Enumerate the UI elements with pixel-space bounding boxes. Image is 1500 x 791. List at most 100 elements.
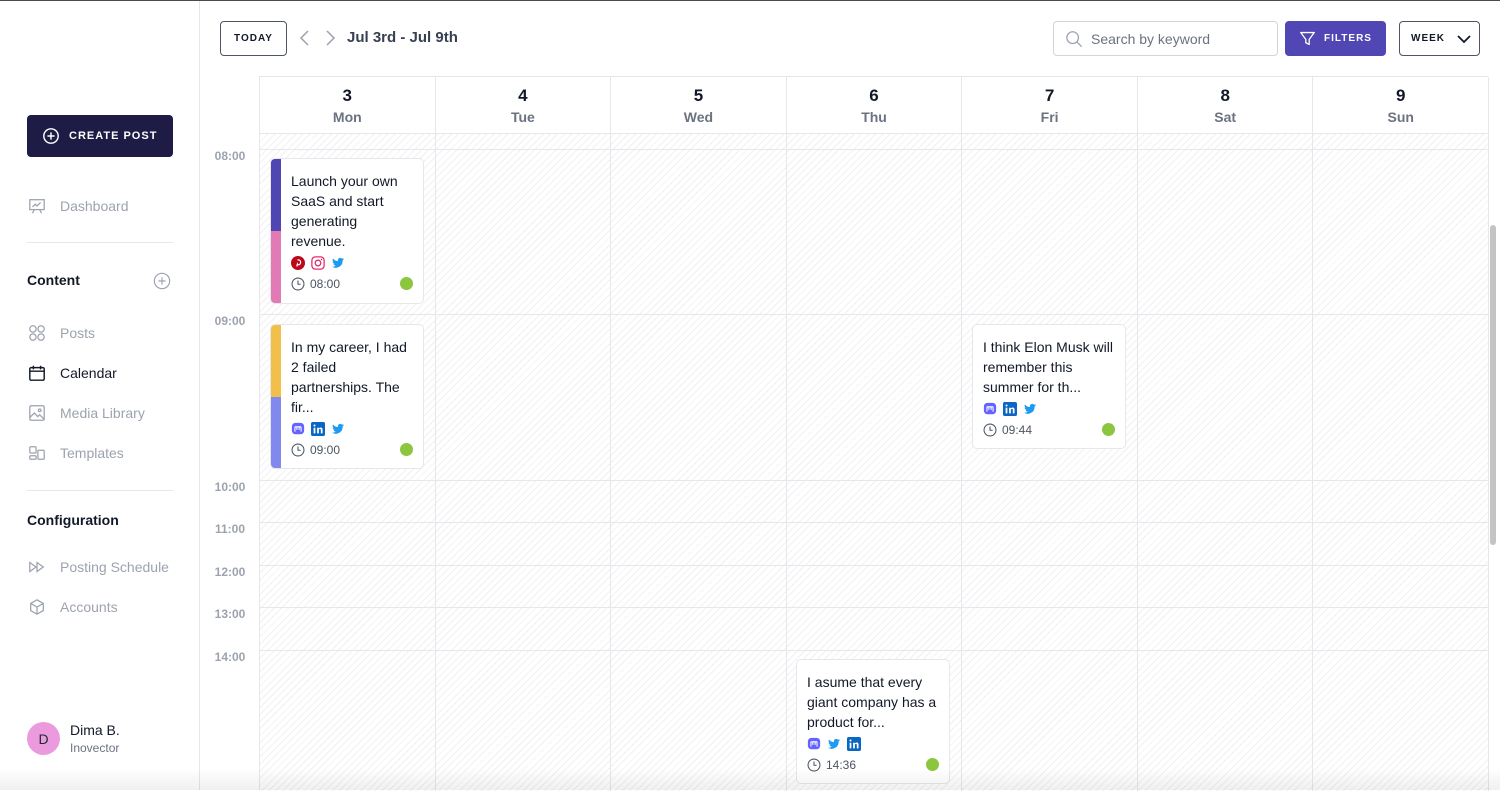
sidebar-item-label: Templates — [60, 445, 124, 461]
account-color-bar — [271, 159, 281, 303]
sidebar-item-label: Dashboard — [60, 198, 129, 214]
mastodon-icon — [807, 737, 821, 750]
calendar-header: 3 Mon 4 Tue 5 Wed 6 Thu 7 Fri 8 Sat 9 Sun — [260, 77, 1490, 134]
grid-line — [260, 650, 1489, 651]
cube-icon — [27, 597, 47, 617]
linkedin-icon — [311, 422, 325, 436]
grid-line — [1312, 134, 1313, 791]
time-label: 08:00 — [214, 149, 246, 163]
color-segment — [271, 325, 281, 397]
day-number: 7 — [1044, 86, 1055, 105]
day-header-tue[interactable]: 4 Tue — [436, 77, 612, 133]
user-profile[interactable]: D Dima B. Inovector — [27, 722, 120, 755]
account-color-bar — [271, 325, 281, 468]
filters-button[interactable]: FILTERS — [1285, 21, 1386, 56]
day-name: Sun — [1387, 109, 1414, 125]
day-header-sat[interactable]: 8 Sat — [1138, 77, 1314, 133]
filter-icon — [1300, 31, 1315, 46]
fast-forward-icon — [27, 557, 47, 577]
create-post-button[interactable]: CREATE POST — [27, 115, 173, 157]
grid-line — [1137, 134, 1138, 791]
day-header-mon[interactable]: 3 Mon — [260, 77, 436, 133]
post-card[interactable]: I think Elon Musk will remember this sum… — [972, 324, 1126, 449]
today-button[interactable]: TODAY — [220, 21, 287, 56]
sidebar-item-templates[interactable]: Templates — [27, 442, 124, 464]
day-number: 9 — [1396, 86, 1406, 105]
sidebar-divider — [27, 242, 173, 243]
day-number: 8 — [1220, 86, 1230, 105]
clock-icon — [983, 423, 997, 437]
day-header-thu[interactable]: 6 Thu — [787, 77, 963, 133]
sidebar-item-label: Posts — [60, 325, 96, 341]
sidebar-item-posting-schedule[interactable]: Posting Schedule — [27, 556, 169, 578]
avatar: D — [27, 722, 60, 755]
sidebar-divider — [27, 490, 173, 491]
sidebar-item-media-library[interactable]: Media Library — [27, 402, 145, 424]
time-label: 14:00 — [214, 650, 246, 664]
vertical-scrollbar[interactable] — [1490, 225, 1496, 545]
time-label: 10:00 — [214, 480, 246, 494]
grid-line — [260, 607, 1489, 608]
grid-line — [961, 134, 962, 791]
status-indicator — [400, 443, 413, 456]
linkedin-icon — [847, 737, 861, 751]
grid-line — [260, 149, 1489, 150]
clock-icon — [291, 277, 305, 291]
sidebar-item-posts[interactable]: Posts — [27, 322, 95, 344]
grid-line — [610, 134, 611, 791]
mastodon-icon — [983, 402, 997, 415]
grid-line — [260, 565, 1489, 566]
post-card[interactable]: I asume that every giant company has a p… — [796, 659, 950, 784]
time-label: 11:00 — [214, 522, 246, 536]
sidebar-item-dashboard[interactable]: Dashboard — [27, 195, 129, 217]
linkedin-icon — [1003, 402, 1017, 416]
date-range-title: Jul 3rd - Jul 9th — [347, 29, 458, 46]
clock-icon — [291, 443, 305, 457]
day-name: Mon — [332, 109, 362, 125]
presentation-chart-icon — [27, 196, 47, 216]
grid-line — [786, 134, 787, 791]
filters-label: FILTERS — [1324, 33, 1372, 44]
post-text: I think Elon Musk will remember this sum… — [983, 339, 1113, 395]
grid-line — [260, 314, 1489, 315]
sidebar-item-calendar[interactable]: Calendar — [27, 362, 117, 384]
sidebar: CREATE POST Dashboard Content Posts Cale… — [0, 1, 200, 790]
post-text: In my career, I had 2 failed partnership… — [291, 339, 407, 415]
chevron-down-icon — [1457, 34, 1471, 43]
sidebar-item-label: Posting Schedule — [60, 559, 169, 575]
day-name: Fri — [1040, 109, 1059, 125]
twitter-icon — [1023, 403, 1037, 414]
calendar-icon — [27, 363, 47, 383]
day-name: Sat — [1214, 109, 1237, 125]
day-header-wed[interactable]: 5 Wed — [611, 77, 787, 133]
day-name: Tue — [510, 109, 535, 125]
day-number: 5 — [693, 86, 704, 105]
view-select[interactable]: WEEK — [1399, 21, 1480, 56]
grid-line — [260, 522, 1489, 523]
search-input[interactable] — [1091, 30, 1261, 47]
sidebar-item-label: Accounts — [60, 599, 118, 615]
clock-icon — [807, 758, 821, 772]
sidebar-item-accounts[interactable]: Accounts — [27, 596, 118, 618]
search-icon — [1066, 30, 1083, 47]
post-card[interactable]: Launch your own SaaS and start generatin… — [270, 158, 424, 304]
post-text: Launch your own SaaS and start generatin… — [291, 173, 398, 249]
time-label: 12:00 — [214, 565, 246, 579]
plus-circle-icon — [43, 128, 59, 144]
chevron-left-icon[interactable] — [298, 29, 312, 47]
post-text: I asume that every giant company has a p… — [807, 674, 937, 730]
chevron-right-icon[interactable] — [323, 29, 337, 47]
day-header-fri[interactable]: 7 Fri — [962, 77, 1138, 133]
add-content-icon[interactable] — [153, 272, 171, 290]
user-organization: Inovector — [70, 741, 120, 755]
post-card[interactable]: In my career, I had 2 failed partnership… — [270, 324, 424, 469]
search-box[interactable] — [1053, 21, 1278, 56]
day-number: 4 — [518, 86, 528, 105]
day-header-sun[interactable]: 9 Sun — [1313, 77, 1490, 133]
post-time: 14:36 — [826, 758, 857, 772]
twitter-icon — [827, 738, 841, 749]
twitter-icon — [331, 257, 345, 268]
color-segment — [271, 231, 281, 303]
day-number: 6 — [869, 86, 879, 105]
image-icon — [27, 403, 47, 423]
